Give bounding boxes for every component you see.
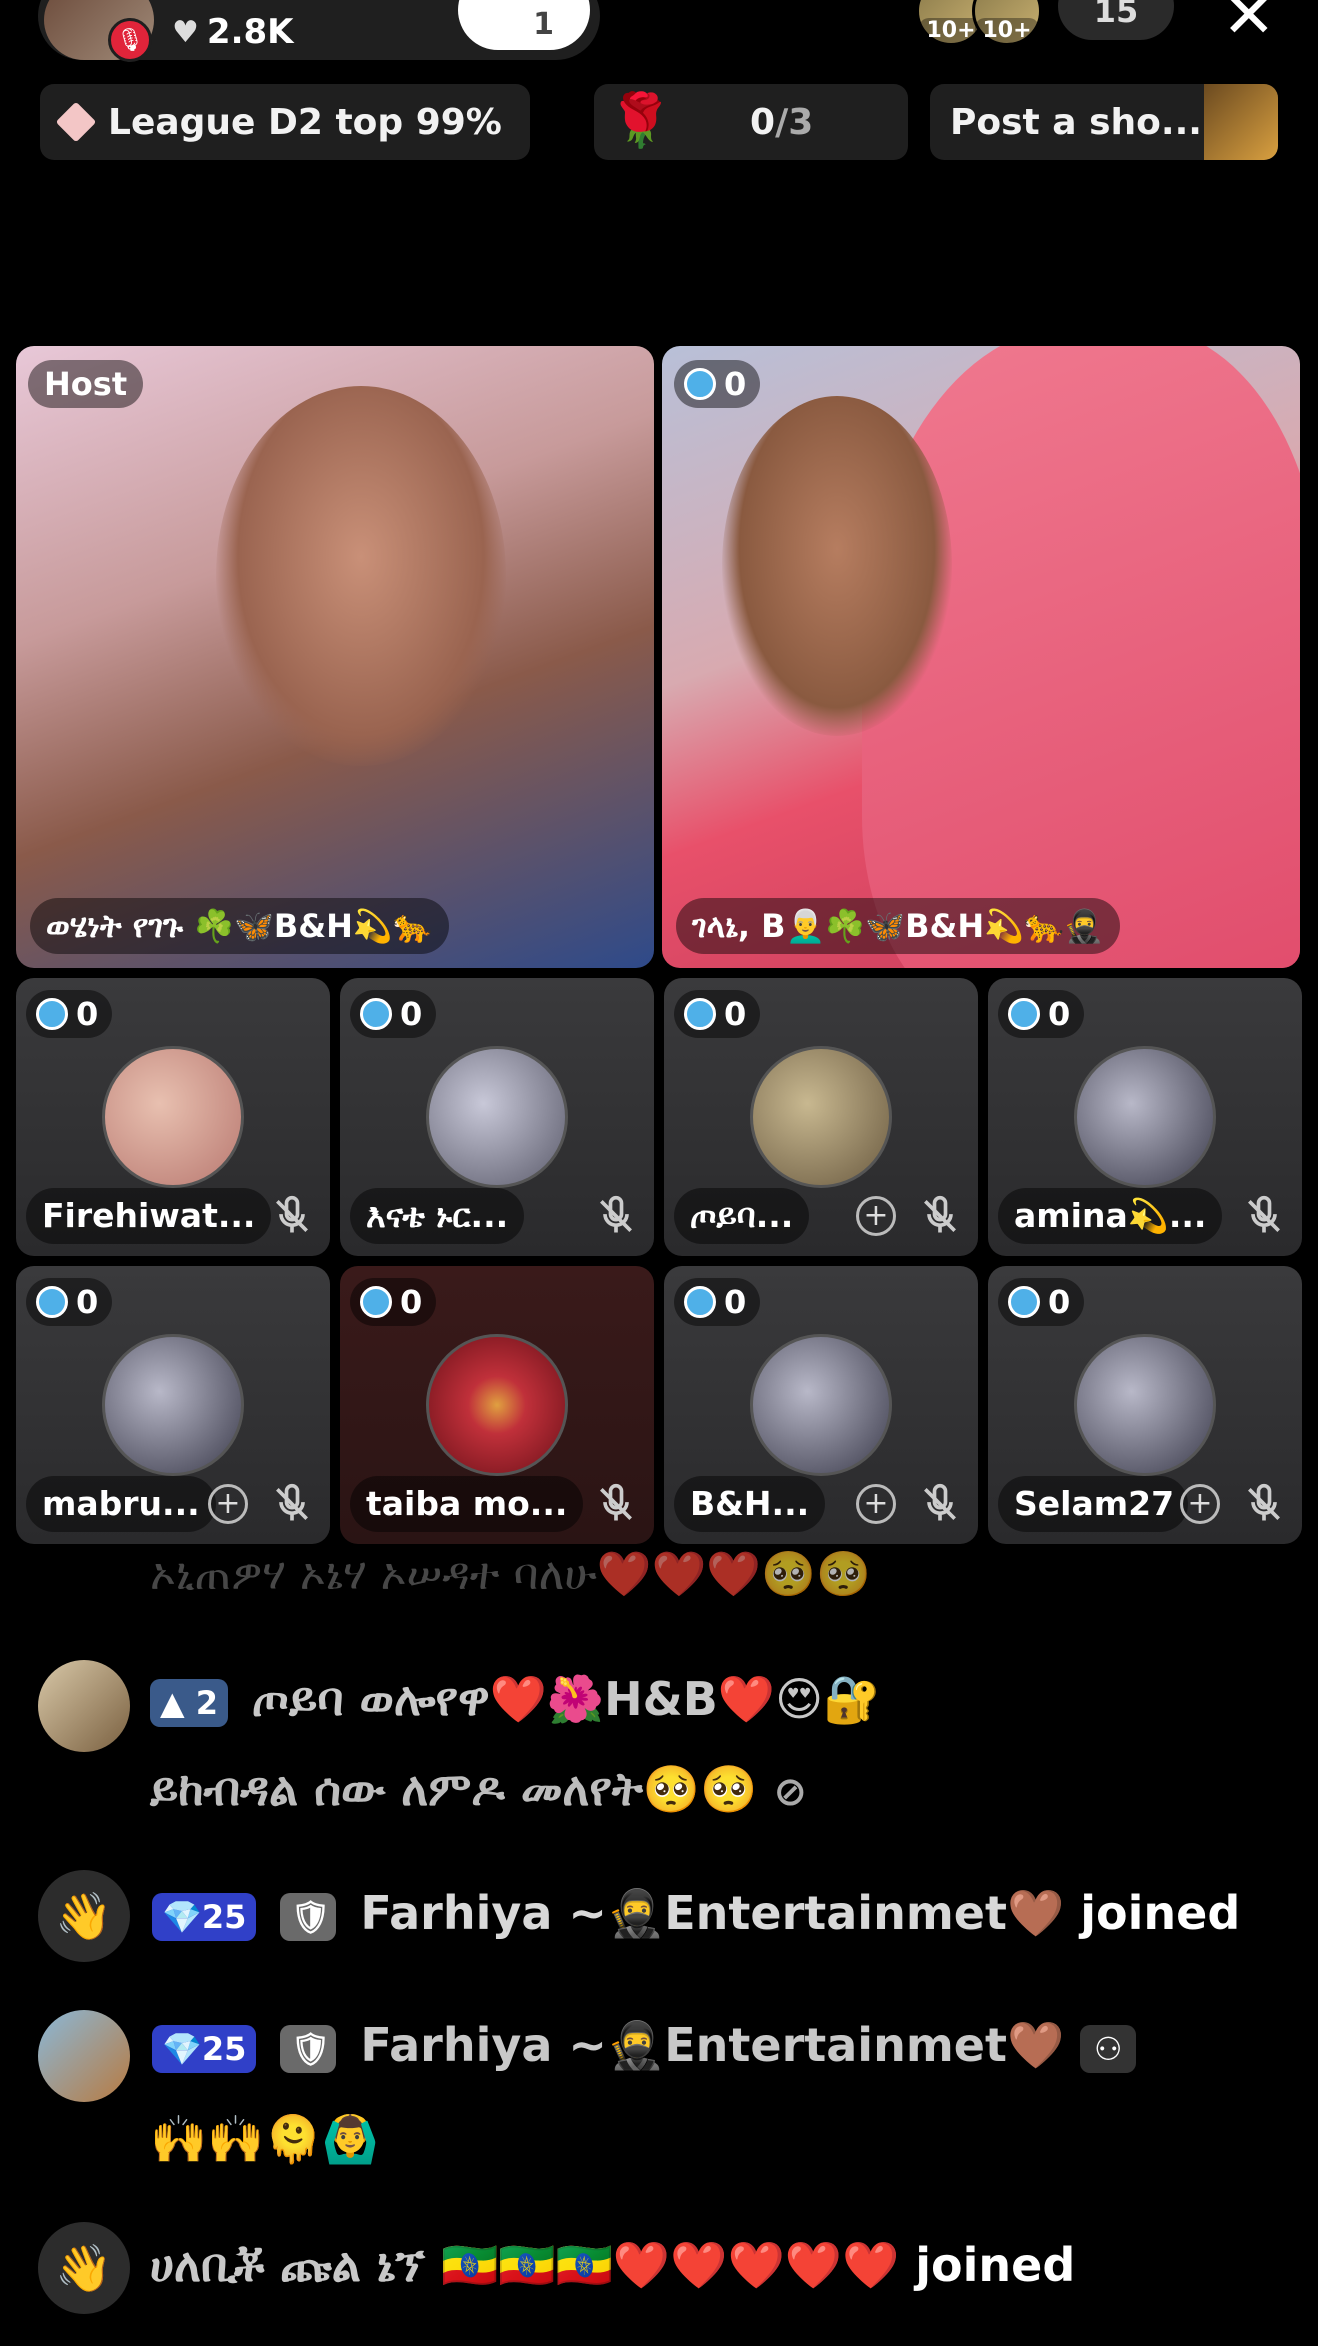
avatar[interactable]: [102, 1334, 244, 1476]
gem-count-badge: 0: [674, 360, 761, 408]
rose-total: /3: [775, 102, 814, 143]
gem-icon: [36, 998, 68, 1030]
gem-count-badge: 0: [350, 1278, 437, 1326]
seat-name: taiba mo...: [350, 1476, 584, 1532]
gem-icon: [684, 1286, 716, 1318]
seat-name: Selam27: [998, 1476, 1188, 1532]
gem-count-badge: 0: [26, 1278, 113, 1326]
seat-tile[interactable]: 0 Firehiwat...: [16, 978, 330, 1256]
level-badge: ▲ 2: [150, 1678, 229, 1727]
seat-name: mabru...: [26, 1476, 216, 1532]
rose-icon: 🌹: [608, 91, 673, 151]
level-badge: 💎25: [152, 1892, 257, 1941]
gem-icon: [360, 998, 392, 1030]
add-icon[interactable]: +: [208, 1484, 248, 1524]
profile-icon[interactable]: ⚇: [1080, 2024, 1137, 2073]
chat-message[interactable]: 👋: [38, 2222, 130, 2314]
mic-off-icon[interactable]: [918, 1482, 962, 1526]
diamond-icon: [55, 101, 97, 143]
league-chip[interactable]: League D2 top 99%: [40, 84, 530, 160]
gem-icon: [684, 998, 716, 1030]
host-video-tile[interactable]: Host ወሄነት የገጉ ☘️🦋B&H💫🐆: [16, 346, 654, 968]
shield-icon: 🛡: [280, 2024, 337, 2073]
seat-name: B&H...: [674, 1476, 826, 1532]
gem-icon: [1008, 998, 1040, 1030]
chat-join[interactable]: ሀለቢቾ ጩል ኔኘ 🇪🇹🇪🇹🇪🇹❤️❤️❤️❤️❤️ joined: [150, 2238, 1075, 2294]
seat-tile[interactable]: 0 amina💫...: [988, 978, 1302, 1256]
chat-user[interactable]: 💎25 🛡 Farhiya ~🥷Entertainmet🤎 ⚇: [152, 2018, 1144, 2073]
chat-message[interactable]: 👋: [38, 1870, 130, 1962]
avatar[interactable]: [38, 1660, 130, 1752]
host-name[interactable]: ወሄነት የገጉ ☘️🦋B&H💫🐆: [30, 898, 449, 954]
seat-tile[interactable]: 0 mabru... +: [16, 1266, 330, 1544]
add-icon[interactable]: +: [1180, 1484, 1220, 1524]
mic-off-icon[interactable]: [594, 1194, 638, 1238]
gem-icon: [1008, 1286, 1040, 1318]
mic-off-icon[interactable]: [594, 1482, 638, 1526]
guest-name[interactable]: ገላኔ, B👨‍🦳☘️🦋B&H💫🐆🥷: [676, 898, 1120, 954]
post-thumbnail: [1204, 84, 1278, 160]
chat-message[interactable]: [38, 1660, 130, 1752]
avatar[interactable]: [750, 1334, 892, 1476]
gem-count-badge: 0: [998, 990, 1085, 1038]
gem-count-badge: 0: [350, 990, 437, 1038]
gem-icon: [684, 368, 716, 400]
follow-button[interactable]: 1: [458, 0, 590, 50]
chat-join[interactable]: 💎25 🛡 Farhiya ~🥷Entertainmet🤎 joined: [152, 1886, 1240, 1941]
top-viewers[interactable]: 10+ 10+: [916, 0, 1042, 46]
seat-name: Firehiwat...: [26, 1188, 271, 1244]
chat-text: 🙌🙌🫠🙆‍♂️: [150, 2112, 380, 2166]
avatar[interactable]: [1074, 1046, 1216, 1188]
close-icon[interactable]: ✕: [1222, 0, 1276, 48]
level-badge: 💎25: [152, 2024, 257, 2073]
mic-off-icon[interactable]: [270, 1482, 314, 1526]
mic-off-icon[interactable]: [1242, 1482, 1286, 1526]
hide-icon[interactable]: ⊘: [773, 1769, 807, 1815]
mic-off-icon[interactable]: [918, 1194, 962, 1238]
rose-progress: 0: [750, 102, 776, 143]
host-video: [216, 386, 506, 766]
wave-icon[interactable]: 👋: [38, 1870, 130, 1962]
seat-tile[interactable]: 0 B&H... +: [664, 1266, 978, 1544]
gem-count-badge: 0: [998, 1278, 1085, 1326]
avatar[interactable]: [426, 1334, 568, 1476]
gem-count-badge: 0: [674, 990, 761, 1038]
seat-tile[interactable]: 0 ጦይባ... +: [664, 978, 978, 1256]
seat-tile[interactable]: 0 እናቴ ኑር...: [340, 978, 654, 1256]
gem-count-badge: 0: [26, 990, 113, 1038]
add-icon[interactable]: +: [856, 1484, 896, 1524]
chat-user[interactable]: ▲ 2 ጦይባ ወሎየዋ❤️🌺H&B❤️😍🔐: [150, 1672, 880, 1728]
avatar[interactable]: [38, 2010, 130, 2102]
post-chip[interactable]: Post a sho...: [930, 84, 1278, 160]
gem-icon: [360, 1286, 392, 1318]
gem-icon: [36, 1286, 68, 1318]
viewer-count[interactable]: 15: [1058, 0, 1174, 40]
gem-count-badge: 0: [674, 1278, 761, 1326]
mic-off-icon[interactable]: [1242, 1194, 1286, 1238]
avatar[interactable]: [102, 1046, 244, 1188]
likes-count: ♥ 2.8K: [172, 12, 294, 52]
add-icon[interactable]: +: [856, 1196, 896, 1236]
chat-text: ይከብዳል ሰው ለምዶ መለየት🥺🥺 ⊘: [150, 1762, 807, 1816]
viewer-avatar[interactable]: 10+: [972, 0, 1042, 46]
seat-name: amina💫...: [998, 1188, 1223, 1244]
seat-name: እናቴ ኑር...: [350, 1188, 525, 1244]
seat-tile[interactable]: 0 taiba mo...: [340, 1266, 654, 1544]
wave-icon[interactable]: 👋: [38, 2222, 130, 2314]
seat-tile[interactable]: 0 Selam27 +: [988, 1266, 1302, 1544]
mic-off-icon[interactable]: [270, 1194, 314, 1238]
host-badge: Host: [28, 360, 144, 408]
rose-goal-chip[interactable]: 🌹 0/3: [594, 84, 908, 160]
heart-icon: ♥: [172, 14, 199, 50]
mic-muted-icon: 🎙: [108, 18, 152, 62]
seat-name: ጦይባ...: [674, 1188, 810, 1244]
chat-message-faded: ኦኒጠዎሃ ኦኔሃ ኦሠዳተ ባለሁ❤️❤️❤️🥺🥺: [150, 1549, 871, 1600]
chat-message[interactable]: [38, 2010, 130, 2102]
guest-video-tile[interactable]: 0 ገላኔ, B👨‍🦳☘️🦋B&H💫🐆🥷: [662, 346, 1300, 968]
avatar[interactable]: [1074, 1334, 1216, 1476]
avatar[interactable]: [750, 1046, 892, 1188]
shield-icon: 🛡: [280, 1892, 337, 1941]
avatar[interactable]: [426, 1046, 568, 1188]
